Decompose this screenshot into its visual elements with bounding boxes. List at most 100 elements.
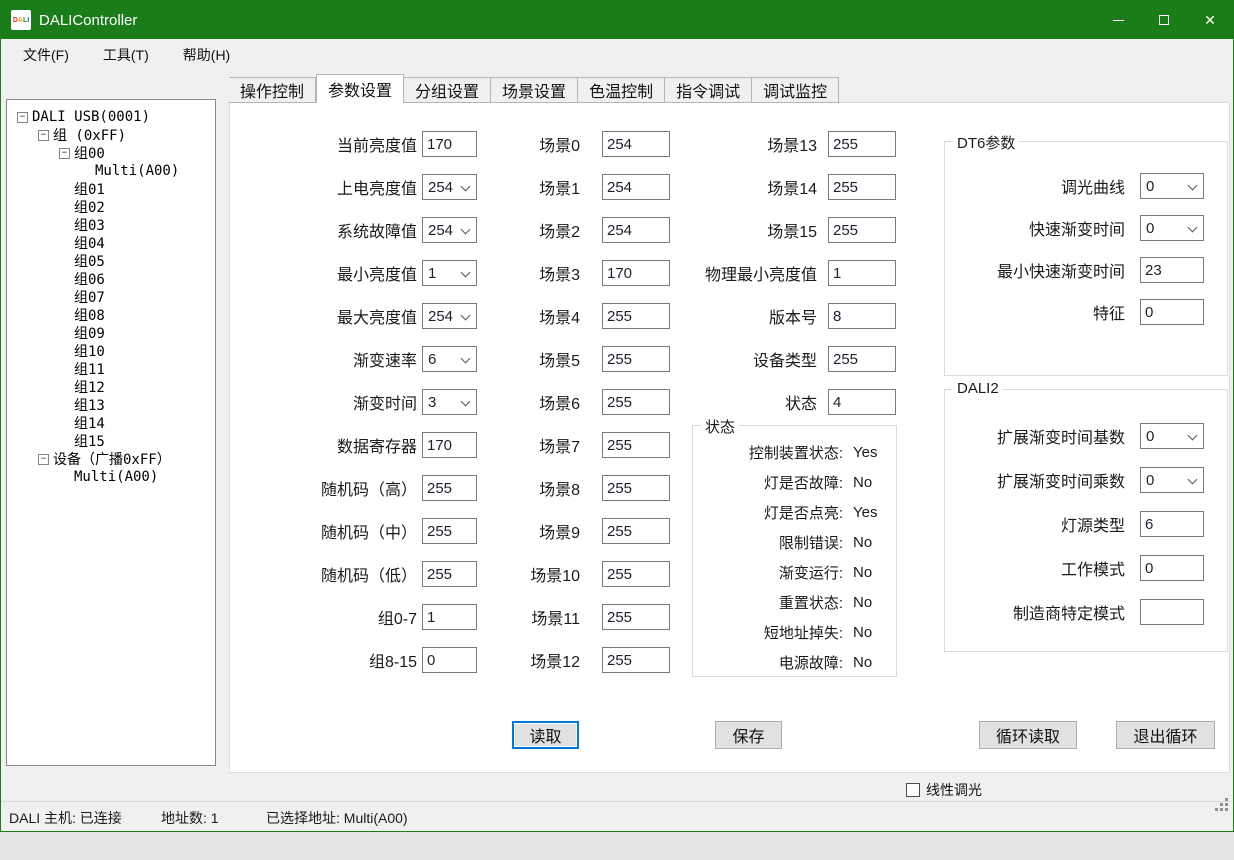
param-dropdown[interactable]: 254: [422, 303, 477, 329]
param-input[interactable]: [828, 174, 896, 200]
tab[interactable]: 场景设置: [491, 77, 578, 103]
param-input[interactable]: [422, 432, 477, 458]
tree-item[interactable]: − 组03: [7, 216, 215, 234]
scene-input[interactable]: [602, 561, 670, 587]
param-dropdown[interactable]: 3: [422, 389, 477, 415]
param-input[interactable]: [422, 604, 477, 630]
tree-item[interactable]: − 设备（广播0xFF）: [7, 450, 215, 468]
basic-params-column: 当前亮度值 170 上电亮度值 254 系统故障值 254 最小: [240, 131, 477, 673]
param-row: 数据寄存器 170: [240, 432, 477, 458]
minimize-button[interactable]: [1095, 1, 1141, 39]
tree-item[interactable]: − 组05: [7, 252, 215, 270]
scene-row: 场景10 255: [500, 561, 670, 587]
collapse-icon[interactable]: −: [59, 148, 70, 159]
tree-item[interactable]: − 组08: [7, 306, 215, 324]
tab[interactable]: 色温控制: [578, 77, 665, 103]
param-input[interactable]: [422, 131, 477, 157]
param-label: 特征: [945, 300, 1125, 324]
tree-item[interactable]: − Multi(A00): [7, 468, 215, 486]
read-button[interactable]: 读取: [512, 721, 579, 749]
param-input[interactable]: [422, 518, 477, 544]
param-dropdown[interactable]: 254: [422, 174, 477, 200]
maximize-button[interactable]: [1141, 1, 1187, 39]
param-input[interactable]: [828, 217, 896, 243]
collapse-icon[interactable]: −: [38, 454, 49, 465]
param-row: 扩展渐变时间乘数 0: [945, 467, 1227, 493]
menu-item[interactable]: 帮助(H): [183, 45, 230, 65]
tree-expand-slot: −: [59, 148, 74, 159]
param-label: 系统故障值: [240, 218, 417, 242]
param-input[interactable]: [828, 260, 896, 286]
chevron-down-icon: [461, 225, 471, 235]
exit-loop-button[interactable]: 退出循环: [1116, 721, 1215, 749]
checkbox-icon[interactable]: [906, 783, 920, 797]
tree-item[interactable]: − 组02: [7, 198, 215, 216]
param-dropdown[interactable]: 0: [1140, 173, 1204, 199]
param-input[interactable]: [828, 131, 896, 157]
param-dropdown[interactable]: 6: [422, 346, 477, 372]
linear-dimming-checkbox[interactable]: 线性调光: [906, 780, 982, 800]
param-row: 最大亮度值 254: [240, 303, 477, 329]
tab[interactable]: 分组设置: [404, 77, 491, 103]
param-input[interactable]: [1140, 299, 1204, 325]
tree-item[interactable]: − 组09: [7, 324, 215, 342]
resize-grip-icon[interactable]: [1225, 808, 1228, 811]
param-input[interactable]: [828, 346, 896, 372]
menu-item[interactable]: 工具(T): [103, 45, 149, 65]
param-label: 最小快速渐变时间: [945, 258, 1125, 282]
tab[interactable]: 调试监控: [752, 77, 839, 103]
tree-item[interactable]: − 组12: [7, 378, 215, 396]
param-input[interactable]: [1140, 257, 1204, 283]
param-dropdown[interactable]: 1: [422, 260, 477, 286]
tree-item[interactable]: − 组14: [7, 414, 215, 432]
collapse-icon[interactable]: −: [17, 112, 28, 123]
param-input[interactable]: [1140, 511, 1204, 537]
scene-input[interactable]: [602, 604, 670, 630]
tree-item[interactable]: − 组13: [7, 396, 215, 414]
tab[interactable]: 操作控制: [229, 77, 316, 103]
tree-item[interactable]: − DALI USB(0001): [7, 108, 215, 126]
tree-item[interactable]: − 组01: [7, 180, 215, 198]
device-tree[interactable]: − DALI USB(0001) − 组 (0xFF) − 组00 − Mult…: [6, 99, 216, 766]
param-input[interactable]: [1140, 599, 1204, 625]
loop-read-button[interactable]: 循环读取: [979, 721, 1077, 749]
close-button[interactable]: ✕: [1187, 1, 1233, 39]
scene-input[interactable]: [602, 432, 670, 458]
tree-item[interactable]: − 组15: [7, 432, 215, 450]
tab[interactable]: 指令调试: [665, 77, 752, 103]
tree-item[interactable]: − 组11: [7, 360, 215, 378]
tree-item[interactable]: − 组 (0xFF): [7, 126, 215, 144]
menu-item[interactable]: 文件(F): [23, 45, 69, 65]
tab[interactable]: 参数设置: [316, 74, 404, 103]
tree-item-label: 组03: [74, 215, 105, 235]
dt6-groupbox-title: DT6参数: [953, 132, 1019, 153]
scene-input[interactable]: [602, 475, 670, 501]
scene-input[interactable]: [602, 518, 670, 544]
tree-item[interactable]: − 组07: [7, 288, 215, 306]
param-input[interactable]: [422, 561, 477, 587]
param-input[interactable]: [422, 647, 477, 673]
param-dropdown[interactable]: 0: [1140, 215, 1204, 241]
scene-input[interactable]: [602, 647, 670, 673]
tree-item-label: 设备（广播0xFF）: [53, 449, 171, 469]
param-input[interactable]: [828, 389, 896, 415]
collapse-icon[interactable]: −: [38, 130, 49, 141]
tree-item[interactable]: − 组04: [7, 234, 215, 252]
param-input[interactable]: [1140, 555, 1204, 581]
param-input[interactable]: [828, 303, 896, 329]
param-dropdown[interactable]: 0: [1140, 423, 1204, 449]
tree-item[interactable]: − 组00: [7, 144, 215, 162]
scenes-column: 场景0 254 场景1 254 场景2 254 场景3: [500, 131, 670, 673]
tree-item[interactable]: − 组06: [7, 270, 215, 288]
status-label: 控制装置状态:: [693, 442, 843, 463]
param-row: 渐变时间 3: [240, 389, 477, 415]
param-label: 扩展渐变时间乘数: [945, 468, 1125, 492]
param-row: 场景14 255: [660, 174, 896, 200]
param-dropdown[interactable]: 0: [1140, 467, 1204, 493]
tree-item[interactable]: − Multi(A00): [7, 162, 215, 180]
save-button[interactable]: 保存: [715, 721, 782, 749]
tree-item[interactable]: − 组10: [7, 342, 215, 360]
param-dropdown[interactable]: 254: [422, 217, 477, 243]
scene-row: 场景8 255: [500, 475, 670, 501]
param-input[interactable]: [422, 475, 477, 501]
